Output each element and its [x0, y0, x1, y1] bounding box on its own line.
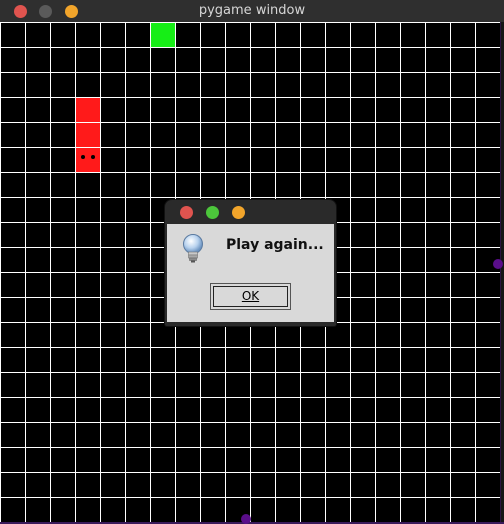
play-again-dialog: Play again... OK: [165, 200, 336, 326]
snake-eye: [81, 155, 85, 159]
purple-dot: [493, 259, 503, 269]
dialog-titlebar: [165, 200, 336, 224]
snake-eye: [91, 155, 95, 159]
dialog-close-button[interactable]: [180, 206, 193, 219]
dialog-message: Play again...: [226, 237, 324, 253]
dialog-minimize-button[interactable]: [206, 206, 219, 219]
snake-body-segment: [76, 98, 100, 122]
ok-button[interactable]: OK: [209, 282, 292, 311]
window-titlebar: pygame window: [0, 0, 504, 23]
lightbulb-icon: [183, 234, 203, 263]
ok-button-focus-ring: [213, 286, 288, 307]
dialog-maximize-button[interactable]: [232, 206, 245, 219]
window-title: pygame window: [198, 3, 306, 18]
dialog-body: Play again... OK: [167, 224, 334, 322]
food-cell: [151, 23, 175, 47]
snake-head: [76, 148, 100, 172]
purple-dot: [241, 514, 251, 524]
snake-body-segment: [76, 123, 100, 147]
window-edge: [500, 22, 504, 524]
